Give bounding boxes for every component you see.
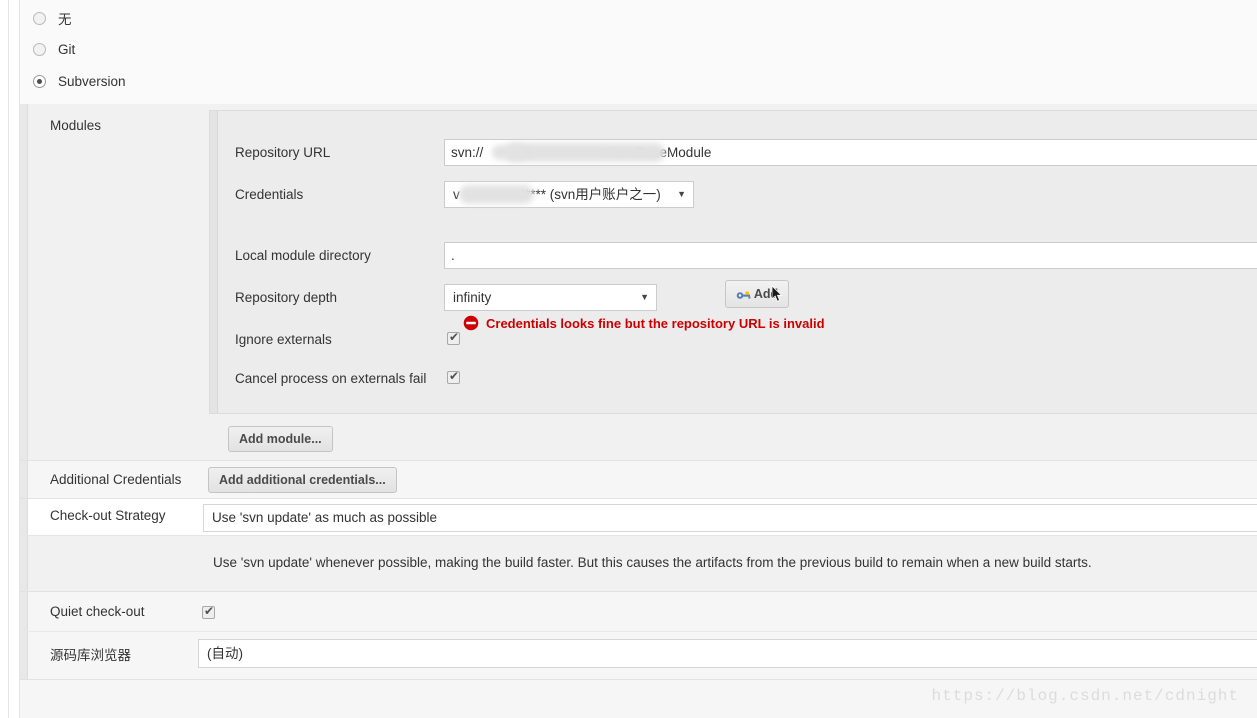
scm-type-radio-group: 无 Git Subversion bbox=[20, 0, 1257, 105]
quiet-checkout-section: Quiet check-out bbox=[20, 592, 1257, 632]
chevron-down-icon-credentials: ▼ bbox=[677, 189, 686, 199]
credentials-redaction bbox=[459, 185, 534, 204]
checkout-strategy-description-rail bbox=[20, 536, 28, 591]
add-module-button-label: Add module... bbox=[239, 432, 322, 446]
scm-radio-none[interactable]: 无 bbox=[33, 4, 72, 32]
credentials-label: Credentials bbox=[235, 187, 304, 202]
local-module-directory-input[interactable]: . bbox=[444, 242, 1257, 269]
stop-circle-icon bbox=[463, 315, 479, 331]
repository-url-redaction bbox=[505, 143, 665, 162]
quiet-checkout-label: Quiet check-out bbox=[50, 604, 145, 619]
modules-section-rail bbox=[20, 104, 28, 460]
scm-radio-git[interactable]: Git bbox=[33, 35, 75, 63]
quiet-checkout-checkbox[interactable] bbox=[202, 603, 215, 619]
add-credentials-button[interactable]: Add bbox=[725, 280, 789, 308]
scm-configuration-page: 无 Git Subversion Modules Repository URL … bbox=[0, 0, 1257, 718]
repository-browser-label: 源码库浏览器 bbox=[50, 648, 131, 663]
checkout-strategy-value: Use 'svn update' as much as possible bbox=[212, 510, 438, 525]
credentials-error-text: Credentials looks fine but the repositor… bbox=[486, 315, 825, 331]
field-cancel-process-on-externals-fail: Cancel process on externals fail bbox=[210, 365, 1257, 395]
radio-indicator-none[interactable] bbox=[33, 11, 46, 25]
ignore-externals-checkbox[interactable] bbox=[447, 329, 460, 345]
module-panel: Repository URL svn:// .MicroBaseModule C… bbox=[209, 110, 1257, 414]
credentials-error-message: Credentials looks fine but the repositor… bbox=[463, 315, 825, 331]
add-module-button[interactable]: Add module... bbox=[228, 426, 333, 452]
chevron-down-icon-depth: ▼ bbox=[640, 292, 649, 302]
cancel-process-label: Cancel process on externals fail bbox=[235, 371, 427, 386]
scm-radio-label-git: Git bbox=[58, 41, 76, 57]
field-local-module-directory: Local module directory . bbox=[210, 242, 1257, 272]
watermark: https://blog.csdn.net/cdnight bbox=[931, 687, 1239, 705]
ignore-externals-label: Ignore externals bbox=[235, 332, 332, 347]
field-credentials: Credentials v ***** (svn用户账户之一) ▼ bbox=[210, 181, 1257, 211]
checkout-strategy-description-section: Use 'svn update' whenever possible, maki… bbox=[20, 535, 1257, 592]
repository-url-redaction-2 bbox=[492, 145, 527, 160]
repository-browser-section: 源码库浏览器 (自动) bbox=[20, 632, 1257, 680]
cancel-process-checkbox[interactable] bbox=[447, 368, 460, 384]
repository-browser-rail bbox=[20, 632, 28, 679]
radio-indicator-git[interactable] bbox=[33, 42, 46, 56]
checkout-strategy-select[interactable]: Use 'svn update' as much as possible bbox=[203, 504, 1257, 532]
repository-depth-value: infinity bbox=[453, 290, 492, 305]
scm-radio-label-none: 无 bbox=[58, 12, 72, 27]
repository-depth-select[interactable]: infinity ▼ bbox=[444, 284, 657, 311]
checkout-strategy-description: Use 'svn update' whenever possible, maki… bbox=[213, 555, 1092, 570]
add-credentials-button-label: Add bbox=[753, 287, 779, 301]
scm-radio-subversion[interactable]: Subversion bbox=[33, 67, 126, 95]
key-icon bbox=[736, 288, 751, 300]
radio-indicator-subversion[interactable] bbox=[33, 74, 46, 88]
modules-section-label: Modules bbox=[50, 118, 102, 133]
add-additional-credentials-button-label: Add additional credentials... bbox=[219, 473, 386, 487]
checkout-strategy-section: Check-out Strategy Use 'svn update' as m… bbox=[20, 499, 1257, 535]
repository-browser-select[interactable]: (自动) bbox=[198, 639, 1257, 668]
local-module-directory-label: Local module directory bbox=[235, 248, 371, 263]
repository-depth-label: Repository depth bbox=[235, 290, 338, 305]
repository-url-label: Repository URL bbox=[235, 145, 331, 160]
additional-credentials-rail bbox=[20, 461, 28, 498]
checkout-strategy-label: Check-out Strategy bbox=[50, 508, 166, 523]
quiet-checkout-rail bbox=[20, 592, 28, 631]
additional-credentials-label: Additional Credentials bbox=[50, 472, 182, 487]
page-frame-line-outer bbox=[8, 0, 9, 718]
modules-section: Modules Repository URL svn:// .MicroBase… bbox=[20, 104, 1257, 461]
additional-credentials-section: Additional Credentials Add additional cr… bbox=[20, 461, 1257, 499]
scm-radio-label-subversion: Subversion bbox=[58, 73, 126, 89]
repository-browser-value: (自动) bbox=[207, 646, 243, 661]
field-repository-url: Repository URL svn:// .MicroBaseModule bbox=[210, 139, 1257, 169]
checkout-strategy-rail bbox=[20, 499, 28, 535]
add-additional-credentials-button[interactable]: Add additional credentials... bbox=[208, 467, 397, 493]
